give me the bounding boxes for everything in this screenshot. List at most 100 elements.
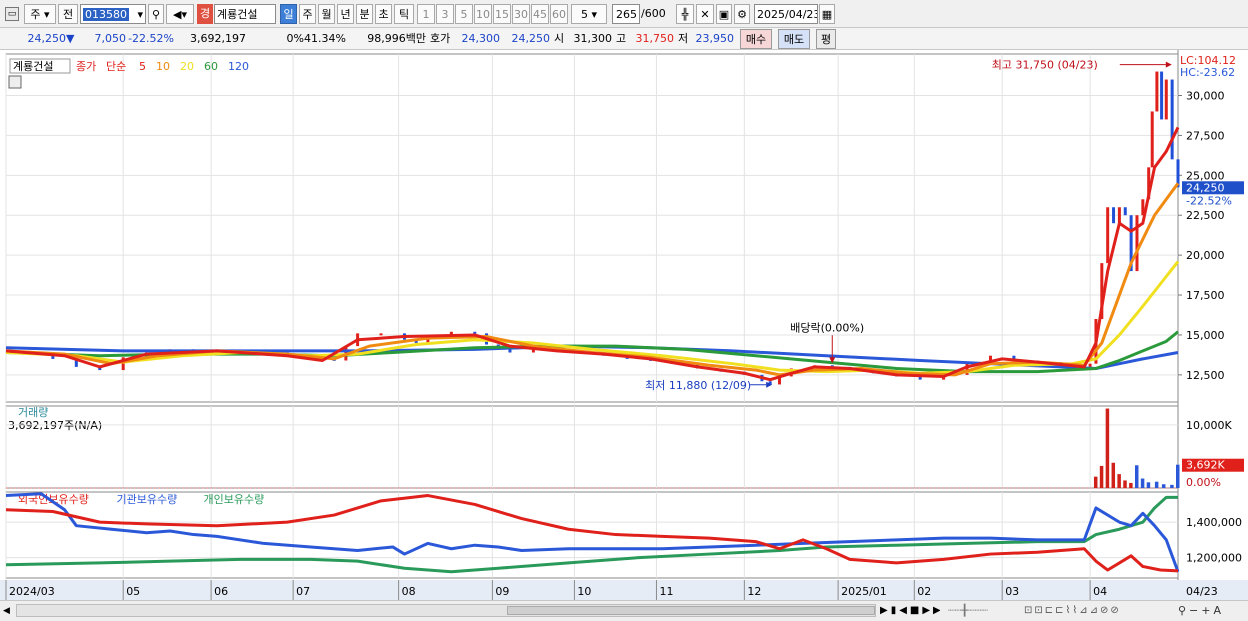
x-tick-label: 2025/01 <box>841 585 887 598</box>
ask-price: 24,250 <box>511 32 551 45</box>
buy-button[interactable]: 매수 <box>740 29 772 49</box>
candle <box>1117 207 1121 224</box>
volume-bar <box>1146 482 1151 488</box>
tab-minute[interactable]: 분 <box>356 4 373 24</box>
candle <box>1155 71 1159 112</box>
open-price: 31,300 <box>573 32 613 45</box>
market-label: 주 <box>30 8 41 21</box>
count-input[interactable]: 265 <box>612 4 640 24</box>
legend-stock-name: 계룡건설 <box>13 60 53 73</box>
minute-30-button[interactable]: 30 <box>512 4 530 24</box>
calendar-icon[interactable]: ▦ <box>819 4 835 24</box>
stock-name-field[interactable]: 계룡건설 <box>214 4 276 24</box>
chart-area[interactable]: 2024/03 05 06 07 08 09 10 11 12 2025/01 02 03 04 04/2… <box>0 50 1248 600</box>
candle-icon[interactable]: ╬ <box>676 4 694 24</box>
volume-value: 3,692,197 <box>190 32 246 45</box>
legend-ma-60: 60 <box>204 60 218 73</box>
zoom-slider[interactable]: ┈┈╂┈┈┈ <box>948 601 1020 621</box>
gear-icon[interactable]: ⚙ <box>734 4 750 24</box>
tab-month[interactable]: 월 <box>318 4 335 24</box>
scroll-left-icon[interactable]: ◀ <box>3 601 15 621</box>
volume-bar <box>1117 474 1121 488</box>
tab-second[interactable]: 초 <box>375 4 392 24</box>
y-tick-label: 15,000 <box>1186 329 1225 342</box>
x-tick-label: 12 <box>747 585 761 598</box>
tab-year[interactable]: 년 <box>337 4 354 24</box>
volume-y-label: 0.00% <box>1186 476 1221 489</box>
minute-value: 5 <box>580 8 588 21</box>
y-tick-label: 12,500 <box>1186 369 1225 382</box>
prefix-button[interactable]: 전 <box>58 4 78 24</box>
sell-button[interactable]: 매도 <box>778 29 810 49</box>
horizontal-scrollbar[interactable] <box>16 604 876 617</box>
drawing-tools[interactable]: ⊡⊡⊏⊏⌇⌇⊿⊿⊘⊘ <box>1024 601 1174 621</box>
count-max: /600 <box>641 7 666 20</box>
candle <box>1112 207 1116 224</box>
save-icon[interactable]: ▣ <box>716 4 732 24</box>
x-axis-band <box>0 580 1248 600</box>
volume-bar <box>1111 462 1116 488</box>
window-icon[interactable]: ▭ <box>5 7 19 21</box>
minute-1-button[interactable]: 1 <box>417 4 435 24</box>
search-icon[interactable]: ⚲ <box>148 4 164 24</box>
candle <box>1164 79 1168 120</box>
volume-y-label: 10,000K <box>1186 419 1232 432</box>
minute-3-button[interactable]: 3 <box>436 4 454 24</box>
candle <box>1123 207 1127 216</box>
tab-tick[interactable]: 틱 <box>394 4 414 24</box>
minute-15-button[interactable]: 15 <box>493 4 511 24</box>
minute-5-button[interactable]: 5 <box>455 4 473 24</box>
candle <box>1106 207 1110 264</box>
warning-badge: 경 <box>197 4 213 24</box>
legend-method: 단순 <box>106 60 126 73</box>
volume-bar <box>1129 482 1133 488</box>
stock-code-input[interactable]: 013580 ▾ <box>80 4 146 24</box>
minute-10-button[interactable]: 10 <box>474 4 492 24</box>
tab-day[interactable]: 일 <box>280 4 297 24</box>
last-price-label: 24,250 <box>1186 181 1225 194</box>
quote-bar: 24,250 ▼ 7,050 -22.52% 3,692,197 0% 41.3… <box>0 28 1248 50</box>
y-tick-label: 17,500 <box>1186 289 1225 302</box>
high-annotation: 최고 31,750 (04/23) <box>992 59 1098 72</box>
eval-button[interactable]: 평 <box>816 29 836 49</box>
bottom-bar: ◀ ▶▮◀■▶▶ ┈┈╂┈┈┈ ⊡⊡⊏⊏⌇⌇⊿⊿⊘⊘ ⚲−+A <box>0 600 1248 621</box>
speaker-icon[interactable]: ◀▾ <box>166 4 194 24</box>
minute-select[interactable]: 5 ▾ <box>571 4 607 24</box>
open-label: 시 <box>554 32 565 45</box>
x-last-label: 04/23 <box>1186 585 1218 598</box>
minute-45-button[interactable]: 45 <box>531 4 549 24</box>
volume-bar <box>1134 465 1139 488</box>
holdings-y-label: 1,400,000 <box>1186 516 1242 529</box>
current-price: 24,250 <box>27 32 67 45</box>
volume-subtitle: 3,692,197주(N/A) <box>8 419 102 432</box>
volume-bar <box>1176 464 1180 488</box>
tab-week[interactable]: 주 <box>299 4 316 24</box>
x-tick-label: 06 <box>214 585 228 598</box>
playback-controls[interactable]: ▶▮◀■▶▶ <box>880 601 940 621</box>
volume-bar <box>1154 481 1159 488</box>
crosshair-icon[interactable]: ✕ <box>696 4 714 24</box>
x-tick-label: 2024/03 <box>9 585 55 598</box>
candle <box>1088 363 1092 367</box>
zoom-controls[interactable]: ⚲−+A <box>1178 601 1246 621</box>
y-tick-label: 27,500 <box>1186 129 1225 142</box>
candle <box>508 349 512 353</box>
price-change: 7,050 <box>94 32 127 45</box>
minute-60-button[interactable]: 60 <box>550 4 568 24</box>
trade-amount: 98,996백만 <box>367 32 426 45</box>
low-label: 저 <box>678 32 689 45</box>
y-tick-label: 20,000 <box>1186 249 1225 262</box>
candle <box>1135 215 1139 272</box>
date-input[interactable]: 2025/04/23 <box>754 4 818 24</box>
x-tick-label: 09 <box>495 585 509 598</box>
stock-chart[interactable]: 2024/03 05 06 07 08 09 10 11 12 2025/01 02 03 04 04/2… <box>0 50 1248 600</box>
scroll-thumb[interactable] <box>507 606 875 615</box>
dividend-annotation: 배당락(0.00%) <box>790 321 864 334</box>
high-label: 고 <box>616 32 627 45</box>
market-select[interactable]: 주 ▾ <box>24 4 56 24</box>
stock-code-value: 013580 <box>83 8 129 21</box>
low-price: 23,950 <box>695 32 735 45</box>
volume-bar <box>1099 465 1104 488</box>
high-price: 31,750 <box>635 32 675 45</box>
holdings-legend-2: 개인보유수량 <box>204 493 265 506</box>
